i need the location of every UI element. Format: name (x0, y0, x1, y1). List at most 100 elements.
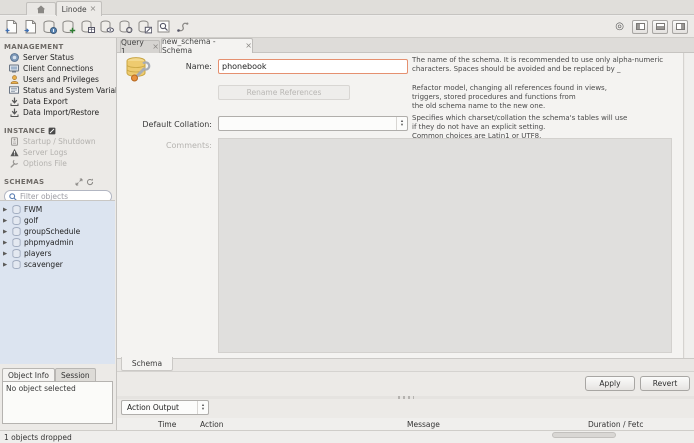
expand-arrow-icon[interactable]: ▶ (3, 262, 9, 268)
button-label: Revert (653, 379, 678, 388)
create-table-icon[interactable] (80, 19, 95, 34)
create-procedure-icon[interactable] (118, 19, 133, 34)
sidebar-bottom-tabs: Object Info Session (2, 368, 114, 381)
new-query-icon[interactable] (4, 19, 19, 34)
sidebar-item-label: Users and Privileges (23, 75, 99, 84)
sidebar-item-data-import[interactable]: Data Import/Restore (0, 107, 116, 118)
expand-arrow-icon[interactable]: ▶ (3, 218, 9, 224)
schema-db-icon (12, 249, 21, 258)
schema-name: groupSchedule (24, 227, 80, 236)
schema-name: golf (24, 216, 38, 225)
close-icon[interactable]: × (245, 42, 252, 50)
rename-references-button[interactable]: Rename References (218, 85, 350, 100)
dropdown-spinner-icon[interactable]: ▴ ▾ (197, 401, 208, 414)
status-text: 1 objects dropped (4, 433, 72, 442)
close-icon[interactable]: × (90, 5, 97, 13)
rename-help-text: Refactor model, changing all references … (412, 84, 680, 111)
schema-item[interactable]: ▶ groupSchedule (0, 226, 115, 237)
sidebar-item-users-privileges[interactable]: Users and Privileges (0, 74, 116, 85)
schemas-section-header: SCHEMAS (0, 176, 116, 187)
connection-tab[interactable]: Linode × (56, 1, 102, 16)
column-message[interactable]: Message (407, 420, 440, 429)
editor-bottom-tab-bar (117, 358, 694, 372)
schema-item[interactable]: ▶ scavenger (0, 259, 115, 270)
toggle-left-panel-button[interactable] (632, 20, 648, 34)
client-connections-icon (9, 64, 19, 73)
tab-label: Object Info (8, 371, 49, 380)
schema-item[interactable]: ▶ FWM (0, 204, 115, 215)
toggle-bottom-panel-button[interactable] (652, 20, 668, 34)
schema-item[interactable]: ▶ phpmyadmin (0, 237, 115, 248)
close-icon[interactable]: × (152, 43, 159, 51)
horizontal-scrollbar-thumb[interactable] (552, 432, 616, 438)
collation-dropdown[interactable]: ▴ ▾ (218, 116, 408, 131)
sidebar-item-label: Server Status (23, 53, 74, 62)
schema-name: phpmyadmin (24, 238, 74, 247)
status-variables-icon (9, 86, 19, 95)
column-duration-fetch[interactable]: Duration / Fetch (588, 420, 643, 429)
schema-db-icon (12, 227, 21, 236)
home-icon (36, 5, 46, 14)
name-label: Name: (147, 62, 212, 71)
comments-textarea[interactable] (218, 138, 672, 353)
sidebar-item-label: Status and System Variables (23, 86, 116, 95)
revert-button[interactable]: Revert (640, 376, 690, 391)
collapse-all-icon[interactable] (75, 178, 83, 186)
tab-schema-editor[interactable]: new_schema - Schema × (161, 38, 253, 53)
search-data-icon[interactable] (156, 19, 171, 34)
schema-name-input[interactable] (218, 59, 408, 74)
spinner-down-icon: ▾ (202, 408, 204, 412)
schema-db-icon (12, 205, 21, 214)
users-icon (9, 75, 19, 84)
open-script-icon[interactable] (23, 19, 38, 34)
sidebar-item-server-status[interactable]: Server Status (0, 52, 116, 63)
action-output-selector[interactable]: Action Output ▴ ▾ (121, 400, 209, 415)
sidebar-item-server-logs[interactable]: Server Logs (0, 147, 116, 158)
button-label: Apply (599, 379, 620, 388)
sidebar-item-label: Startup / Shutdown (23, 137, 96, 146)
expand-arrow-icon[interactable]: ▶ (3, 251, 9, 257)
dropdown-spinner-icon[interactable]: ▴ ▾ (396, 117, 407, 130)
tab-label: Schema (132, 359, 162, 368)
apply-button[interactable]: Apply (585, 376, 635, 391)
comments-label: Comments: (147, 141, 212, 150)
instance-section-header: INSTANCE (0, 125, 116, 136)
editor-scroll-strip[interactable] (685, 53, 694, 358)
refresh-icon[interactable] (86, 178, 94, 186)
create-view-icon[interactable] (99, 19, 114, 34)
reconnect-icon[interactable] (175, 19, 190, 34)
startup-shutdown-icon (9, 137, 19, 146)
tab-schema-bottom[interactable]: Schema (121, 357, 173, 371)
inspector-icon[interactable] (42, 19, 57, 34)
expand-arrow-icon[interactable]: ▶ (3, 207, 9, 213)
sidebar-item-label: Client Connections (23, 64, 93, 73)
sidebar-item-label: Options File (23, 159, 67, 168)
expand-arrow-icon[interactable]: ▶ (3, 229, 9, 235)
sidebar-item-label: Data Import/Restore (23, 108, 99, 117)
wrench-icon (9, 159, 19, 168)
create-schema-icon[interactable] (61, 19, 76, 34)
sidebar-item-startup-shutdown[interactable]: Startup / Shutdown (0, 136, 116, 147)
tab-query-1[interactable]: Query 1 × (120, 40, 160, 53)
tab-object-info[interactable]: Object Info (2, 368, 55, 381)
sidebar-item-options-file[interactable]: Options File (0, 158, 116, 169)
column-action[interactable]: Action (200, 420, 224, 429)
create-function-icon[interactable] (137, 19, 152, 34)
splitter-grip-icon (398, 396, 414, 399)
schema-item[interactable]: ▶ players (0, 248, 115, 259)
tab-session[interactable]: Session (55, 368, 96, 381)
home-tab[interactable] (26, 2, 56, 15)
name-help-text: The name of the schema. It is recommende… (412, 56, 680, 74)
toggle-right-panel-button[interactable] (672, 20, 688, 34)
schema-list: ▶ FWM ▶ golf ▶ groupSchedule ▶ phpmyadmi… (0, 200, 115, 364)
column-time[interactable]: Time (158, 420, 176, 429)
expand-arrow-icon[interactable]: ▶ (3, 240, 9, 246)
sidebar-item-status-variables[interactable]: Status and System Variables (0, 85, 116, 96)
schema-db-icon (12, 216, 21, 225)
panel-splitter[interactable] (117, 396, 694, 399)
warning-icon (9, 148, 19, 157)
configure-instance-icon (48, 127, 56, 135)
sidebar-item-client-connections[interactable]: Client Connections (0, 63, 116, 74)
sidebar-item-data-export[interactable]: Data Export (0, 96, 116, 107)
schema-item[interactable]: ▶ golf (0, 215, 115, 226)
